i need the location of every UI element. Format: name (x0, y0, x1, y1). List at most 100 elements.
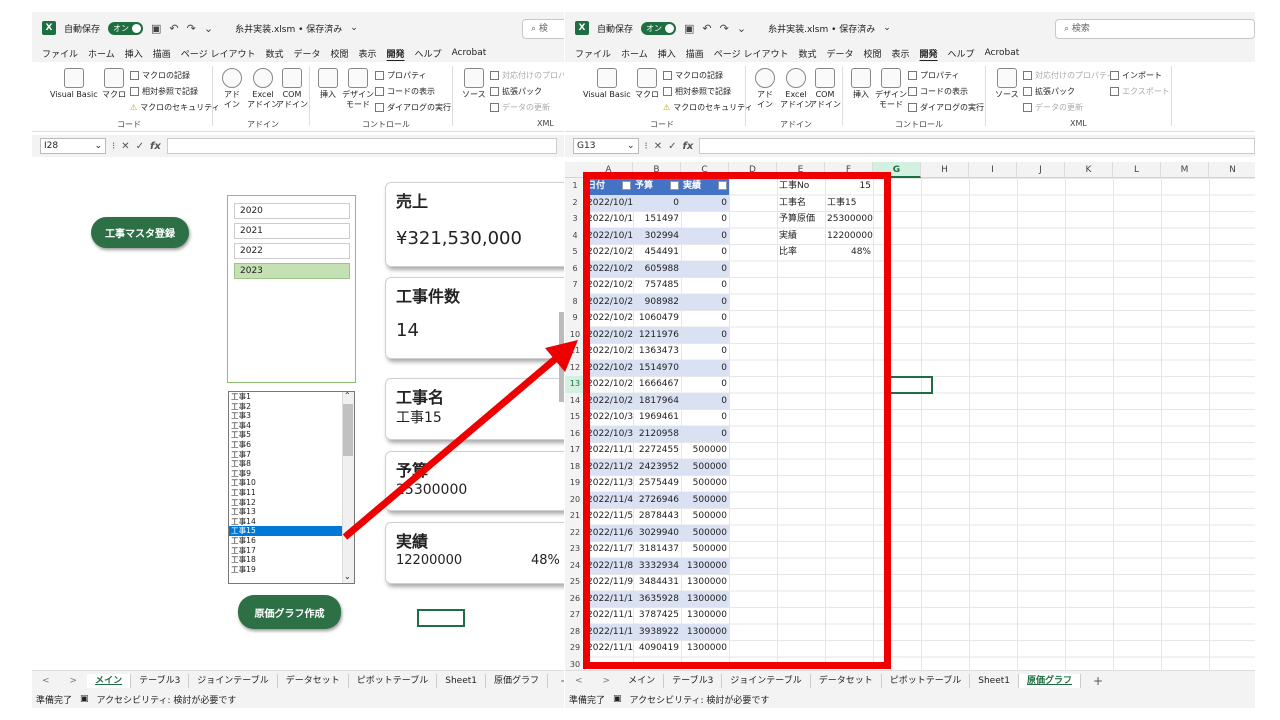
addin-button[interactable]: アド イン (755, 68, 775, 110)
relative-ref-button[interactable]: 相対参照で記録 (663, 86, 731, 97)
cancel-icon[interactable]: ✕ (121, 141, 129, 152)
tab-next-icon[interactable]: > (593, 676, 621, 686)
menu-tab[interactable]: 校閲 (864, 47, 882, 60)
list-item[interactable]: 工事10 (229, 478, 354, 488)
redo-icon[interactable]: ↷ (187, 22, 196, 35)
insert-control-button[interactable]: 挿入 (318, 68, 338, 100)
search-box[interactable]: ⌕ 検 (522, 19, 564, 39)
formula-input[interactable] (699, 138, 1255, 154)
row-header[interactable]: 15 (565, 409, 585, 426)
row-header[interactable]: 22 (565, 525, 585, 542)
menu-tab[interactable]: ファイル (575, 47, 611, 60)
register-project-master-button[interactable]: 工事マスタ登録 (91, 217, 189, 248)
refresh-data-button[interactable]: データの更新 (1023, 102, 1083, 113)
name-box[interactable]: I28 ⌄ (40, 138, 106, 154)
list-item[interactable]: 工事4 (229, 421, 354, 431)
row-header[interactable]: 11 (565, 343, 585, 360)
refresh-data-button[interactable]: データの更新 (490, 102, 550, 113)
accessibility-status[interactable]: アクセシビリティ: 検討が必要です (630, 693, 770, 706)
visual-basic-button[interactable]: Visual Basic (583, 68, 631, 100)
row-header[interactable]: 8 (565, 294, 585, 311)
cancel-icon[interactable]: ✕ (654, 141, 662, 152)
list-item[interactable]: 工事14 (229, 517, 354, 527)
slicer-item-2022[interactable]: 2022 (234, 243, 350, 259)
tab-next-icon[interactable]: > (60, 676, 88, 686)
row-header[interactable]: 13 (565, 376, 585, 393)
row-header[interactable]: 23 (565, 541, 585, 558)
export-button[interactable]: エクスポート (1110, 86, 1170, 97)
scroll-up-icon[interactable]: ⌃ (344, 392, 351, 400)
menu-tab[interactable]: ヘルプ (948, 47, 975, 60)
column-header-J[interactable]: J (1017, 162, 1065, 178)
expansion-pack-button[interactable]: 拡張パック (490, 86, 542, 97)
list-item[interactable]: 工事13 (229, 507, 354, 517)
addin-button[interactable]: アド イン (222, 68, 242, 110)
row-header[interactable]: 5 (565, 244, 585, 261)
add-sheet-icon[interactable]: + (548, 674, 564, 688)
import-button[interactable]: インポート (1110, 70, 1162, 81)
view-code-button[interactable]: コードの表示 (375, 86, 435, 97)
save-icon[interactable]: ▣ (684, 22, 694, 35)
menu-tab[interactable]: ページ レイアウト (181, 47, 256, 60)
row-header[interactable]: 6 (565, 261, 585, 278)
list-item[interactable]: 工事6 (229, 440, 354, 450)
sheet-tab[interactable]: 原価グラフ (486, 673, 549, 688)
sheet-tab[interactable]: ジョインテーブル (189, 673, 278, 688)
expansion-pack-button[interactable]: 拡張パック (1023, 86, 1075, 97)
menu-tab[interactable]: 校閲 (331, 47, 349, 60)
view-code-button[interactable]: コードの表示 (908, 86, 968, 97)
list-item[interactable]: 工事8 (229, 459, 354, 469)
row-header[interactable]: 30 (565, 657, 585, 671)
tab-prev-icon[interactable]: < (565, 676, 593, 686)
visual-basic-button[interactable]: Visual Basic (50, 68, 98, 100)
column-header-M[interactable]: M (1161, 162, 1209, 178)
name-box[interactable]: G13 ⌄ (573, 138, 639, 154)
row-header[interactable]: 7 (565, 277, 585, 294)
menu-tab[interactable]: 表示 (892, 47, 910, 60)
slicer-item-2021[interactable]: 2021 (234, 223, 350, 239)
map-properties-button[interactable]: 対応付けのプロパティ (490, 70, 564, 81)
sheet-tab[interactable]: ピボットテーブル (882, 673, 971, 688)
sheet-tab[interactable]: ピボットテーブル (349, 673, 438, 688)
scroll-down-icon[interactable]: ⌄ (344, 573, 351, 581)
list-item[interactable]: 工事18 (229, 555, 354, 565)
list-item[interactable]: 工事1 (229, 392, 354, 402)
sheet-tab[interactable]: データセット (278, 673, 349, 688)
row-header[interactable]: 27 (565, 607, 585, 624)
slicer-item-2023[interactable]: 2023 (234, 263, 350, 279)
file-name[interactable]: 糸井実装.xlsm • 保存済み (235, 22, 342, 35)
column-header-K[interactable]: K (1065, 162, 1113, 178)
vertical-scrollbar[interactable] (559, 312, 564, 402)
autosave-toggle[interactable]: オン (641, 21, 677, 35)
search-box[interactable]: ⌕ 検索 (1055, 19, 1255, 39)
list-item[interactable]: 工事5 (229, 430, 354, 440)
list-item[interactable]: 工事19 (229, 565, 354, 575)
design-mode-button[interactable]: デザイン モード (342, 68, 374, 110)
list-item[interactable]: 工事3 (229, 411, 354, 421)
row-header[interactable]: 20 (565, 492, 585, 509)
undo-icon[interactable]: ↶ (169, 22, 178, 35)
row-header[interactable]: 16 (565, 426, 585, 443)
column-header-L[interactable]: L (1113, 162, 1161, 178)
properties-button[interactable]: プロパティ (375, 70, 427, 81)
column-header-N[interactable]: N (1209, 162, 1255, 178)
filename-chevron-icon[interactable]: ⌄ (883, 23, 891, 33)
row-header[interactable]: 10 (565, 327, 585, 344)
relative-ref-button[interactable]: 相対参照で記録 (130, 86, 198, 97)
create-cost-chart-button[interactable]: 原価グラフ作成 (238, 595, 341, 629)
redo-icon[interactable]: ↷ (720, 22, 729, 35)
row-header[interactable]: 26 (565, 591, 585, 608)
row-header[interactable]: 21 (565, 508, 585, 525)
filename-chevron-icon[interactable]: ⌄ (350, 23, 358, 33)
list-item[interactable]: 工事2 (229, 402, 354, 412)
menu-tab[interactable]: Acrobat (985, 48, 1020, 58)
formula-input[interactable] (166, 138, 557, 154)
excel-addin-button[interactable]: Excel アドイン (247, 68, 279, 110)
row-header[interactable]: 2 (565, 195, 585, 212)
menu-tab[interactable]: ページ レイアウト (714, 47, 789, 60)
menu-tab[interactable]: 挿入 (125, 47, 143, 60)
row-header[interactable]: 17 (565, 442, 585, 459)
macro-security-button[interactable]: ⚠ マクロのセキュリティ (130, 102, 220, 113)
column-header-I[interactable]: I (969, 162, 1017, 178)
menu-tab[interactable]: 描画 (153, 47, 171, 60)
